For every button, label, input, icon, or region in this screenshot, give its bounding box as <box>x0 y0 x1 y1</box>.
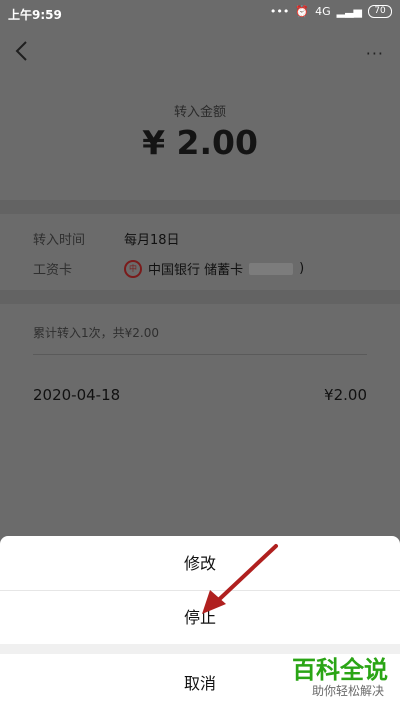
amount-value: ¥ 2.00 <box>142 123 258 162</box>
card-label: 工资卡 <box>33 263 73 278</box>
signal-icon: ▂▃▅ <box>336 5 362 18</box>
alarm-icon: ⏰ <box>295 5 310 18</box>
bank-of-china-icon: 中 <box>124 259 142 278</box>
card-text: 中国银行 储蓄卡 <box>148 263 244 278</box>
more-dots-icon: ••• <box>269 5 290 18</box>
amount-label: 转入金额 <box>173 105 226 120</box>
transfer-time-value: 每月18日 <box>124 229 180 248</box>
summary-separator <box>33 354 367 355</box>
transfer-time-label: 转入时间 <box>33 233 86 248</box>
transfer-time-text: 每月18日 <box>124 233 180 248</box>
card-value: 中 中国银行 储蓄卡 ) <box>124 259 304 278</box>
section-divider <box>0 200 400 214</box>
battery-icon: 70 <box>368 5 392 18</box>
summary-text: 累计转入1次，共¥2.00 <box>33 326 159 340</box>
masked-card-number <box>249 262 294 275</box>
watermark-subtitle: 助你轻松解决 <box>311 684 384 698</box>
back-icon[interactable] <box>12 40 32 62</box>
network-label: 4G <box>315 5 331 18</box>
annotation-arrow-icon <box>202 544 278 614</box>
record-amount[interactable]: ¥2.00 <box>324 386 367 404</box>
record-date[interactable]: 2020-04-18 <box>33 386 120 404</box>
card-suffix: ) <box>299 261 305 276</box>
watermark-title: 百科全说 <box>292 656 388 684</box>
status-time: 上午9:59 <box>8 8 62 22</box>
status-bar: 上午9:59 ••• ⏰ 4G ▂▃▅ 70 <box>0 0 400 28</box>
status-indicators: ••• ⏰ 4G ▂▃▅ 70 <box>270 5 392 18</box>
more-options-icon[interactable]: ··· <box>366 44 384 63</box>
section-divider <box>0 290 400 304</box>
